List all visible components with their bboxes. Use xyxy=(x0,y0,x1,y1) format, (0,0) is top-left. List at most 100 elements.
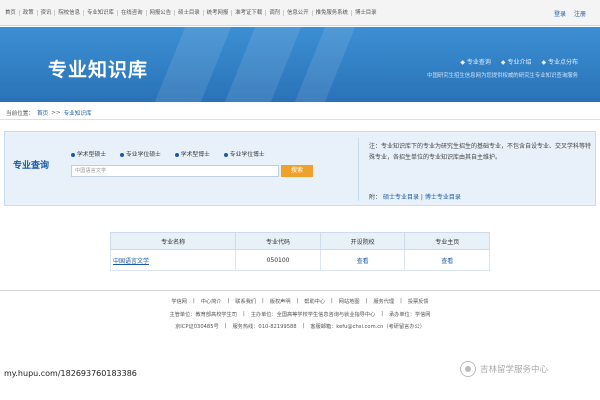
tab-label: 专业点分布 xyxy=(547,59,578,66)
col-schools: 开设院校 xyxy=(319,232,406,250)
breadcrumb-prefix: 当前位置： xyxy=(6,110,34,117)
breadcrumb-current[interactable]: 专业知识库 xyxy=(64,109,92,117)
nav-link-news[interactable]: 资讯 xyxy=(38,10,56,16)
banner-slogan: 中国研究生招生信息网为您提供权威的研究生专业知识查询服务 xyxy=(427,73,578,79)
footer-separator: | xyxy=(224,323,227,329)
view-schools-link[interactable]: 查看 xyxy=(319,249,406,271)
master-catalog-link[interactable]: 硕士专业目录 xyxy=(383,194,419,201)
footer-organizer: 主办单位：全国高等学校学生信息咨询与就业指导中心 xyxy=(250,312,376,318)
nav-link-master-catalog[interactable]: 硕士目录 xyxy=(175,10,204,16)
catalog-links: 附： 硕士专业目录 | 博士专业目录 xyxy=(369,192,461,201)
type-label: 学术型硕士 xyxy=(77,152,106,158)
radio-icon xyxy=(120,152,124,157)
account-links: 登录 注册 xyxy=(554,0,586,26)
login-link[interactable]: 登录 xyxy=(554,9,566,18)
nav-link-policy[interactable]: 政策 xyxy=(20,10,38,16)
degree-type-options: 学术型硕士 专业学位硕士 学术型博士 专业学位博士 xyxy=(71,149,265,158)
footer-units: 主管单位：教育部高校学生司 | 主办单位：全国高等学校学生信息咨询与就业指导中心 |… xyxy=(0,311,600,318)
major-results-table: 专业名称 专业代码 开设院校 专业主页 中国语言文学 050100 查看 查看 xyxy=(109,232,490,271)
tab-major-query[interactable]: ◆ 专业查询 xyxy=(460,57,491,66)
breadcrumb-separator: >> xyxy=(51,109,61,116)
view-homepage-link[interactable]: 查看 xyxy=(404,249,490,271)
footer-separator: | xyxy=(365,298,368,304)
footer-separator: | xyxy=(262,298,264,304)
breadcrumb: 当前位置： 首页 >> 专业知识库 xyxy=(0,106,600,120)
page-banner: 专业知识库 ◆ 专业查询 ◆ 专业介绍 ◆ 专业点分布 中国研究生招生信息网为您… xyxy=(0,27,600,102)
register-link[interactable]: 注册 xyxy=(574,9,586,18)
nav-link-major-kb[interactable]: 专业知识库 xyxy=(84,10,118,16)
type-professional-master[interactable]: 专业学位硕士 xyxy=(120,149,161,158)
page-title: 专业知识库 xyxy=(48,59,149,81)
footer-separator: | xyxy=(302,323,305,329)
banner-decoration xyxy=(294,27,356,102)
footer-separator: | xyxy=(331,298,333,304)
footer-separator: | xyxy=(192,298,195,304)
major-name-link[interactable]: 中国语言文学 xyxy=(109,249,237,271)
nav-link-exam-reg[interactable]: 统考网报 xyxy=(204,10,233,16)
query-label: 专业查询 xyxy=(13,161,50,171)
footer-sponsor: 主管单位：教育部高校学生司 xyxy=(169,312,237,318)
type-label: 专业学位硕士 xyxy=(126,152,161,158)
footer-separator: | xyxy=(227,298,230,304)
footer-separator: | xyxy=(381,311,383,317)
footer-link[interactable]: 联系我们 xyxy=(235,298,256,305)
footer-links: 学信网 | 中心简介 | 联系我们 | 版权声明 | 帮助中心 | 网站地图 | 服务代理 |… xyxy=(0,298,600,305)
wechat-account-icon xyxy=(460,361,476,377)
footer-separator: | xyxy=(242,311,245,317)
source-badge: 吉林留学服务中心 xyxy=(460,361,548,377)
nav-link-announcement[interactable]: 网报公告 xyxy=(147,10,176,16)
search-button[interactable]: 搜索 xyxy=(281,165,313,177)
type-label: 专业学位博士 xyxy=(229,152,265,158)
nav-link-adjust[interactable]: 调剂 xyxy=(266,10,285,16)
footer-link[interactable]: 网站地图 xyxy=(339,298,360,305)
type-academic-master[interactable]: 学术型硕士 xyxy=(71,149,106,158)
type-academic-doctor[interactable]: 学术型博士 xyxy=(174,149,210,158)
footer-separator: | xyxy=(400,298,402,304)
footer-contact: 京ICP证030485号 | 服务热线：010-82199588 | 客服邮箱：ke… xyxy=(0,323,600,330)
footer-hotline: 服务热线：010-82199588 xyxy=(232,324,297,330)
footer-link[interactable]: 版权声明 xyxy=(270,298,291,305)
url-watermark: my.hupu.com/182693760183386 xyxy=(4,369,137,378)
type-professional-doctor[interactable]: 专业学位博士 xyxy=(223,149,265,158)
col-homepage: 专业主页 xyxy=(404,232,490,250)
tab-major-distribution[interactable]: ◆ 专业点分布 xyxy=(541,57,578,66)
radio-icon xyxy=(223,152,228,157)
footer-link[interactable]: 学信网 xyxy=(171,298,187,305)
catalog-separator: | xyxy=(420,194,423,201)
banner-tabs: ◆ 专业查询 ◆ 专业介绍 ◆ 专业点分布 xyxy=(460,57,578,66)
footer-link[interactable]: 帮助中心 xyxy=(304,298,325,305)
nav-link-disclosure[interactable]: 信息公开 xyxy=(284,10,313,16)
icon-dot xyxy=(465,366,471,372)
page-footer: 学信网 | 中心简介 | 联系我们 | 版权声明 | 帮助中心 | 网站地图 | 服务代理 |… xyxy=(0,290,600,343)
col-major-code: 专业代码 xyxy=(235,232,321,250)
footer-link[interactable]: 中心简介 xyxy=(201,298,222,305)
banner-decoration xyxy=(224,27,302,102)
nav-link-home[interactable]: 首页 xyxy=(2,10,20,16)
footer-link[interactable]: 投票反馈 xyxy=(408,298,429,305)
major-search-input[interactable]: 中国语言文学 xyxy=(71,165,279,177)
panel-divider xyxy=(358,138,359,201)
nav-link-consult[interactable]: 在线咨询 xyxy=(118,10,147,16)
footer-email: 客服邮箱：kefu@chsi.com.cn（考研留言办公） xyxy=(310,324,425,330)
major-code: 050100 xyxy=(235,249,321,271)
nav-link-recommend[interactable]: 推免服务系统 xyxy=(313,10,352,16)
doctor-catalog-link[interactable]: 博士专业目录 xyxy=(425,194,461,201)
tab-label: 专业介绍 xyxy=(507,59,532,66)
footer-link[interactable]: 服务代理 xyxy=(373,298,394,305)
footer-co-organizer: 承办单位：学信网 xyxy=(388,312,431,318)
nav-link-admission-ticket[interactable]: 准考证下载 xyxy=(232,10,267,16)
table-row: 中国语言文学 050100 查看 查看 xyxy=(109,249,490,271)
tab-major-intro[interactable]: ◆ 专业介绍 xyxy=(501,57,532,66)
tab-label: 专业查询 xyxy=(466,59,491,66)
col-major-name: 专业名称 xyxy=(109,232,237,250)
table-header-row: 专业名称 专业代码 开设院校 专业主页 xyxy=(109,232,490,250)
nav-link-doctor-catalog[interactable]: 博士目录 xyxy=(352,10,380,16)
breadcrumb-home[interactable]: 首页 xyxy=(37,109,48,117)
source-badge-text: 吉林留学服务中心 xyxy=(480,365,549,375)
footer-icp[interactable]: 京ICP证030485号 xyxy=(175,323,219,330)
top-nav-bar: 首页 政策 资讯 院校信息 专业知识库 在线咨询 网报公告 硕士目录 统考网报 … xyxy=(0,0,600,26)
radio-selected-icon xyxy=(71,152,75,157)
nav-link-schools[interactable]: 院校信息 xyxy=(55,10,84,16)
query-note: 注：专业知识库下的专业为研究生招生的基础专业，不包含自设专业、交叉学科等特殊专业… xyxy=(369,143,592,161)
type-label: 学术型博士 xyxy=(180,152,210,158)
